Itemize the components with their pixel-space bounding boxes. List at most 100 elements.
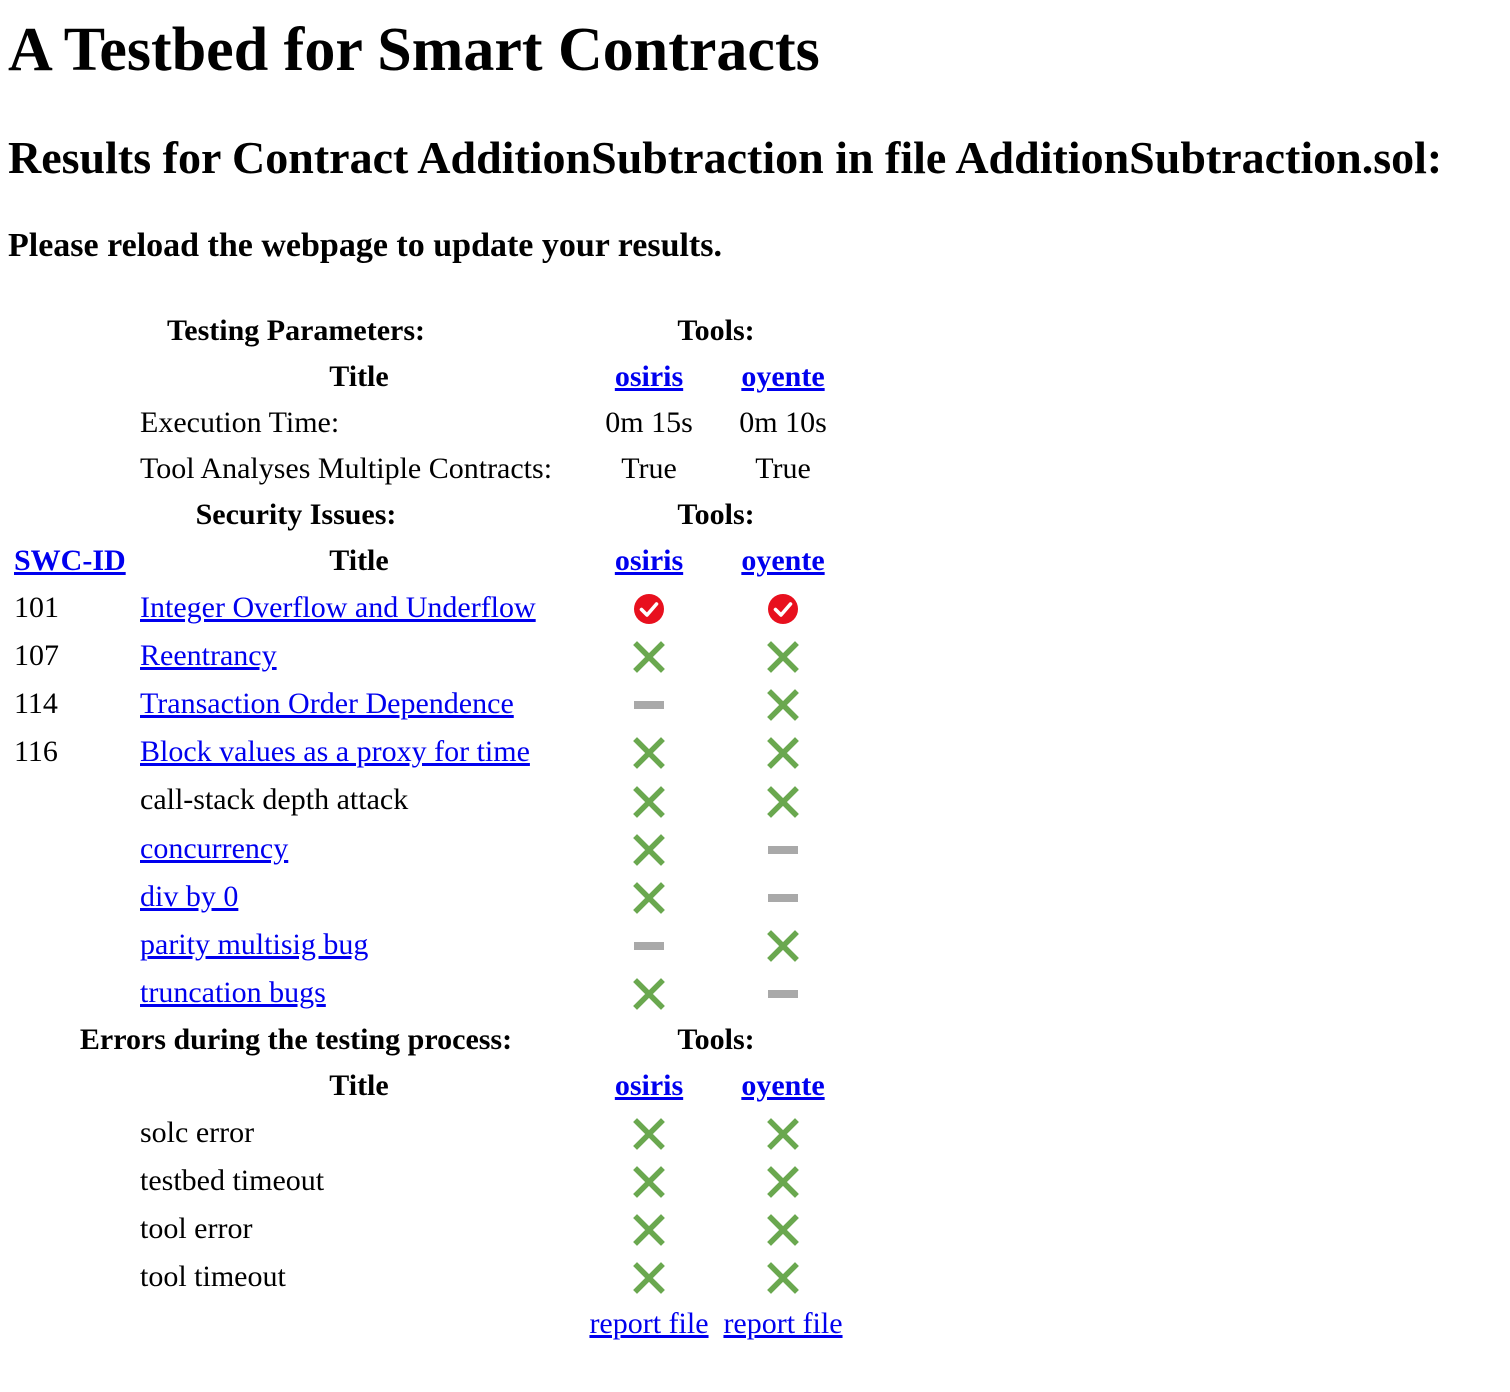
title-column-header: Title <box>329 1068 389 1102</box>
tool-link-oyente[interactable]: oyente <box>741 360 824 393</box>
swc-id <box>12 826 134 872</box>
error-title: testbed timeout <box>140 1164 325 1198</box>
issue-title-link[interactable]: div by 0 <box>140 880 238 913</box>
cross-icon <box>766 929 800 963</box>
cross-icon <box>766 1117 800 1151</box>
swc-id: 114 <box>14 687 58 721</box>
result-cell-oyente <box>718 681 848 727</box>
issue-title-cell: truncation bugs <box>138 970 580 1016</box>
issue-title-cell: Transaction Order Dependence <box>138 681 580 727</box>
issue-title-link[interactable]: parity multisig bug <box>140 928 368 961</box>
error-row: testbed timeout <box>12 1158 848 1204</box>
report-file-link-osiris[interactable]: report file <box>589 1307 708 1340</box>
result-cell-oyente <box>718 1158 848 1204</box>
tool-header-osiris: osiris <box>584 539 714 583</box>
swc-id: 101 <box>14 591 59 625</box>
swc-id-link[interactable]: SWC-ID <box>14 544 126 577</box>
error-row: tool timeout <box>12 1254 848 1300</box>
cross-icon <box>632 640 666 674</box>
issue-title-link[interactable]: concurrency <box>140 832 288 865</box>
empty-cell <box>12 1302 134 1346</box>
parameter-row: Execution Time: 0m 15s 0m 10s <box>12 401 848 445</box>
result-cell-oyente <box>718 922 848 968</box>
empty-cell <box>12 401 134 445</box>
result-cell-oyente <box>718 729 848 775</box>
cross-icon <box>632 833 666 867</box>
issue-title-link[interactable]: Block values as a proxy for time <box>140 735 530 768</box>
error-title: tool timeout <box>140 1260 286 1294</box>
issue-title-cell: Integer Overflow and Underflow <box>138 585 580 631</box>
cross-icon <box>766 785 800 819</box>
swc-id <box>12 922 134 968</box>
issue-title-cell: concurrency <box>138 826 580 872</box>
issue-title-link[interactable]: Transaction Order Dependence <box>140 687 514 720</box>
empty-cell <box>138 1302 580 1346</box>
issue-title-cell: Reentrancy <box>138 633 580 679</box>
result-cell-osiris <box>584 1158 714 1204</box>
tool-link-oyente[interactable]: oyente <box>741 544 824 577</box>
cross-icon <box>632 785 666 819</box>
check-icon <box>632 592 666 626</box>
swc-id <box>12 777 134 823</box>
tool-link-osiris[interactable]: osiris <box>615 1069 683 1102</box>
result-cell-oyente <box>718 874 848 920</box>
empty-cell <box>12 1254 134 1300</box>
security-issue-row: truncation bugs <box>12 970 848 1016</box>
dash-icon <box>766 833 800 867</box>
tool-header-osiris: osiris <box>584 1064 714 1108</box>
issue-title-link[interactable]: Integer Overflow and Underflow <box>140 591 536 624</box>
empty-cell <box>12 447 134 491</box>
title-column-header: Title <box>329 544 389 577</box>
result-cell-osiris <box>584 922 714 968</box>
empty-cell <box>12 1110 134 1156</box>
report-cell-oyente: report file <box>718 1302 848 1346</box>
result-cell-osiris <box>584 874 714 920</box>
error-title: tool error <box>140 1212 253 1246</box>
issue-title-link[interactable]: truncation bugs <box>140 976 326 1009</box>
empty-cell <box>12 1206 134 1252</box>
tool-link-oyente[interactable]: oyente <box>741 1069 824 1102</box>
cross-icon <box>632 881 666 915</box>
tool-header-osiris: osiris <box>584 355 714 399</box>
results-table: Testing Parameters: Tools: Title osiris … <box>8 307 852 1348</box>
cross-icon <box>632 1213 666 1247</box>
parameter-value: True <box>621 452 677 485</box>
result-cell-osiris <box>584 1254 714 1300</box>
result-cell-osiris <box>584 729 714 775</box>
testing-parameters-heading: Testing Parameters: <box>167 314 425 347</box>
contract-results-heading: Results for Contract AdditionSubtraction… <box>8 132 1443 183</box>
issue-title-link[interactable]: Reentrancy <box>140 639 277 672</box>
empty-header-cell <box>12 1064 134 1108</box>
security-issues-heading: Security Issues: <box>195 498 397 531</box>
parameter-value: 0m 10s <box>739 406 827 439</box>
empty-cell <box>12 1158 134 1204</box>
errors-column-header: Title osiris oyente <box>12 1064 848 1108</box>
error-row: tool error <box>12 1206 848 1252</box>
cross-icon <box>766 1261 800 1295</box>
empty-header-cell <box>12 355 134 399</box>
tools-heading: Tools: <box>677 1022 755 1056</box>
tool-header-oyente: oyente <box>718 355 848 399</box>
cross-icon <box>766 1213 800 1247</box>
tool-header-oyente: oyente <box>718 539 848 583</box>
swc-id-header: SWC-ID <box>12 539 134 583</box>
parameter-value: True <box>755 452 811 485</box>
errors-heading: Errors during the testing process: <box>79 1022 513 1056</box>
parameter-label: Execution Time: <box>140 406 340 439</box>
security-issue-row: 114 Transaction Order Dependence <box>12 681 848 727</box>
security-issue-row: 116 Block values as a proxy for time <box>12 729 848 775</box>
tools-heading: Tools: <box>677 498 755 531</box>
result-cell-oyente <box>718 585 848 631</box>
dash-icon <box>766 977 800 1011</box>
tool-link-osiris[interactable]: osiris <box>615 544 683 577</box>
dash-icon <box>632 929 666 963</box>
report-file-link-oyente[interactable]: report file <box>723 1307 842 1340</box>
result-cell-osiris <box>584 1110 714 1156</box>
error-row: solc error <box>12 1110 848 1156</box>
report-links-row: report file report file <box>12 1302 848 1346</box>
security-issue-row: div by 0 <box>12 874 848 920</box>
issue-title-cell: call-stack depth attack <box>138 777 580 823</box>
tool-link-osiris[interactable]: osiris <box>615 360 683 393</box>
issue-title-cell: Block values as a proxy for time <box>138 729 580 775</box>
result-cell-osiris <box>584 681 714 727</box>
